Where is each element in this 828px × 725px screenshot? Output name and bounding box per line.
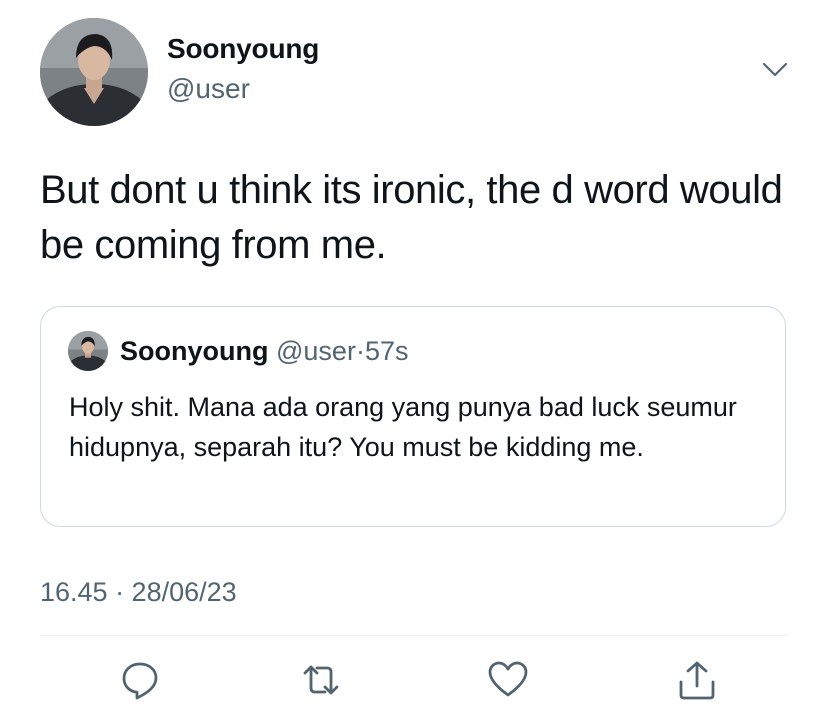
share-icon[interactable]	[675, 658, 719, 702]
quoted-tweet-header: Soonyoung @user·57s	[120, 336, 408, 367]
quoted-author-handle[interactable]: @user	[276, 336, 356, 366]
retweet-icon[interactable]	[299, 658, 343, 702]
quoted-time[interactable]: 57s	[365, 336, 409, 366]
divider	[40, 635, 788, 636]
quoted-author-name[interactable]: Soonyoung	[120, 336, 268, 366]
reply-icon[interactable]	[118, 658, 162, 702]
quoted-separator: ·	[355, 336, 365, 366]
tweet-text: But dont u think its ironic, the d word …	[40, 168, 783, 267]
quoted-tweet-text: Holy shit. Mana ada orang yang punya bad…	[69, 392, 737, 462]
tweet-timestamp[interactable]: 16.45 · 28/06/23	[40, 577, 237, 608]
author-avatar[interactable]	[40, 18, 148, 126]
author-name[interactable]: Soonyoung	[167, 33, 319, 65]
quoted-author-avatar[interactable]	[68, 331, 108, 371]
chevron-down-icon[interactable]	[760, 58, 790, 82]
quoted-tweet-card[interactable]: Soonyoung @user·57s Holy shit. Mana ada …	[40, 306, 786, 527]
like-icon[interactable]	[486, 658, 530, 702]
author-handle[interactable]: @user	[167, 73, 250, 105]
